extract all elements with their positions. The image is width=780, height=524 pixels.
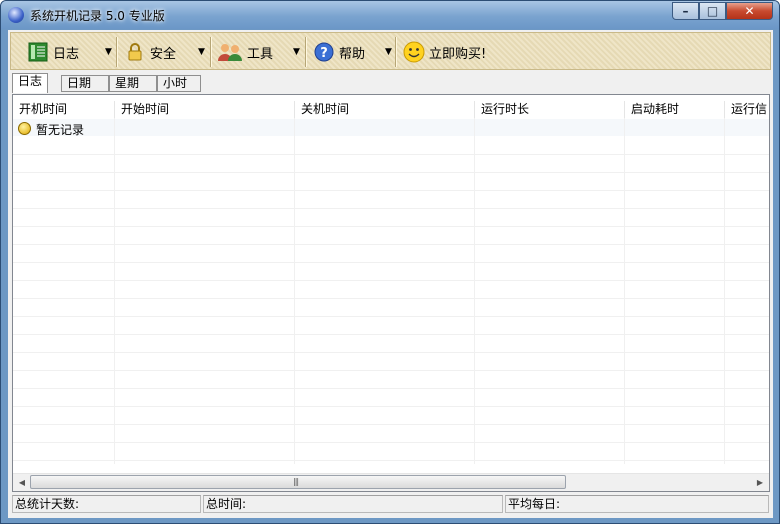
empty-state-text: 暂无记录 <box>36 123 85 137</box>
toolbar-tools-label: 工具 <box>247 46 274 62</box>
grid-line <box>13 370 769 371</box>
scroll-right-arrow-icon[interactable]: ▶ <box>753 476 767 489</box>
grid-line <box>13 352 769 353</box>
grid-line <box>13 406 769 407</box>
toolbar-help-button[interactable]: ? 帮助 ▼ <box>313 38 393 66</box>
column-divider <box>114 118 115 464</box>
column-divider <box>294 118 295 464</box>
grid-line <box>13 280 769 281</box>
users-tools-icon <box>217 41 243 63</box>
column-header-start-time[interactable]: 开始时间 <box>115 101 295 118</box>
title-bar[interactable]: 系统开机记录 5.0 专业版 – □ ✕ <box>1 1 779 29</box>
grid-line <box>13 244 769 245</box>
status-bar: 总统计天数: 总时间: 平均每日: <box>10 495 771 515</box>
column-header-run-duration[interactable]: 运行时长 <box>475 101 625 118</box>
grid-line <box>13 208 769 209</box>
view-tabs: 日志 日期 星期 小时 <box>10 73 771 93</box>
grid-line <box>13 460 769 461</box>
grid-line <box>13 190 769 191</box>
smiley-icon <box>403 41 425 63</box>
column-header-boot-time[interactable]: 开机时间 <box>13 101 115 118</box>
toolbar-separator <box>395 37 397 67</box>
tab-weekday[interactable]: 星期 <box>109 75 157 92</box>
grid-line <box>13 442 769 443</box>
toolbar: 日志 ▼ 安全 ▼ 工具 ▼ ? 帮助 ▼ 立即购买! <box>10 32 771 70</box>
column-header-run-info[interactable]: 运行信 <box>725 101 769 118</box>
toolbar-tools-button[interactable]: 工具 ▼ <box>217 38 305 66</box>
smiley-icon <box>18 122 31 135</box>
app-window: 系统开机记录 5.0 专业版 – □ ✕ 日志 ▼ 安全 ▼ 工具 ▼ ? 帮助… <box>0 0 780 524</box>
horizontal-scrollbar[interactable]: ◀ ||| ▶ <box>13 473 769 491</box>
chevron-down-icon[interactable]: ▼ <box>198 47 205 57</box>
toolbar-help-label: 帮助 <box>339 46 366 62</box>
grid-line <box>13 262 769 263</box>
grid-line <box>13 424 769 425</box>
toolbar-security-button[interactable]: 安全 ▼ <box>124 38 210 66</box>
minimize-button[interactable]: – <box>672 2 699 20</box>
chevron-down-icon[interactable]: ▼ <box>105 47 112 57</box>
svg-text:?: ? <box>320 46 328 61</box>
padlock-icon <box>124 41 146 63</box>
help-icon: ? <box>313 41 335 63</box>
log-grid-icon <box>27 41 49 63</box>
grid-line <box>13 334 769 335</box>
maximize-button[interactable]: □ <box>699 2 726 20</box>
toolbar-log-button[interactable]: 日志 ▼ <box>27 38 115 66</box>
scroll-left-arrow-icon[interactable]: ◀ <box>15 476 29 489</box>
grid-line <box>13 388 769 389</box>
records-table[interactable]: 开机时间 开始时间 关机时间 运行时长 启动耗时 运行信 暂无记录 ◀ ||| … <box>12 94 770 492</box>
close-button[interactable]: ✕ <box>726 2 773 20</box>
status-average-daily: 平均每日: <box>505 495 769 513</box>
app-icon[interactable] <box>8 7 24 23</box>
chevron-down-icon[interactable]: ▼ <box>293 47 300 57</box>
toolbar-log-label: 日志 <box>53 46 80 62</box>
chevron-down-icon[interactable]: ▼ <box>385 47 392 57</box>
status-total-days: 总统计天数: <box>12 495 201 513</box>
scrollbar-thumb[interactable]: ||| <box>30 475 566 489</box>
toolbar-separator <box>305 37 307 67</box>
column-divider <box>474 118 475 464</box>
grid-line <box>13 316 769 317</box>
grid-line <box>13 172 769 173</box>
tab-hour[interactable]: 小时 <box>157 75 201 92</box>
toolbar-buy-now-button[interactable]: 立即购买! <box>403 38 495 66</box>
tab-date[interactable]: 日期 <box>61 75 109 92</box>
toolbar-security-label: 安全 <box>150 46 177 62</box>
tab-log[interactable]: 日志 <box>12 73 49 93</box>
table-row[interactable] <box>13 119 769 136</box>
status-total-time: 总时间: <box>203 495 503 513</box>
column-header-boot-duration[interactable]: 启动耗时 <box>625 101 725 118</box>
table-header: 开机时间 开始时间 关机时间 运行时长 启动耗时 运行信 <box>13 101 769 118</box>
toolbar-separator <box>210 37 212 67</box>
grid-line <box>13 298 769 299</box>
grid-line <box>13 226 769 227</box>
toolbar-buy-now-label: 立即购买! <box>429 46 487 62</box>
window-title: 系统开机记录 5.0 专业版 <box>30 9 165 23</box>
scrollbar-grip-icon: ||| <box>293 477 299 486</box>
column-divider <box>624 118 625 464</box>
client-area: 日志 ▼ 安全 ▼ 工具 ▼ ? 帮助 ▼ 立即购买! 日志 日期 星期 小时 … <box>8 30 773 518</box>
grid-line <box>13 154 769 155</box>
toolbar-separator <box>116 37 118 67</box>
column-header-shutdown-time[interactable]: 关机时间 <box>295 101 475 118</box>
column-divider <box>724 118 725 464</box>
